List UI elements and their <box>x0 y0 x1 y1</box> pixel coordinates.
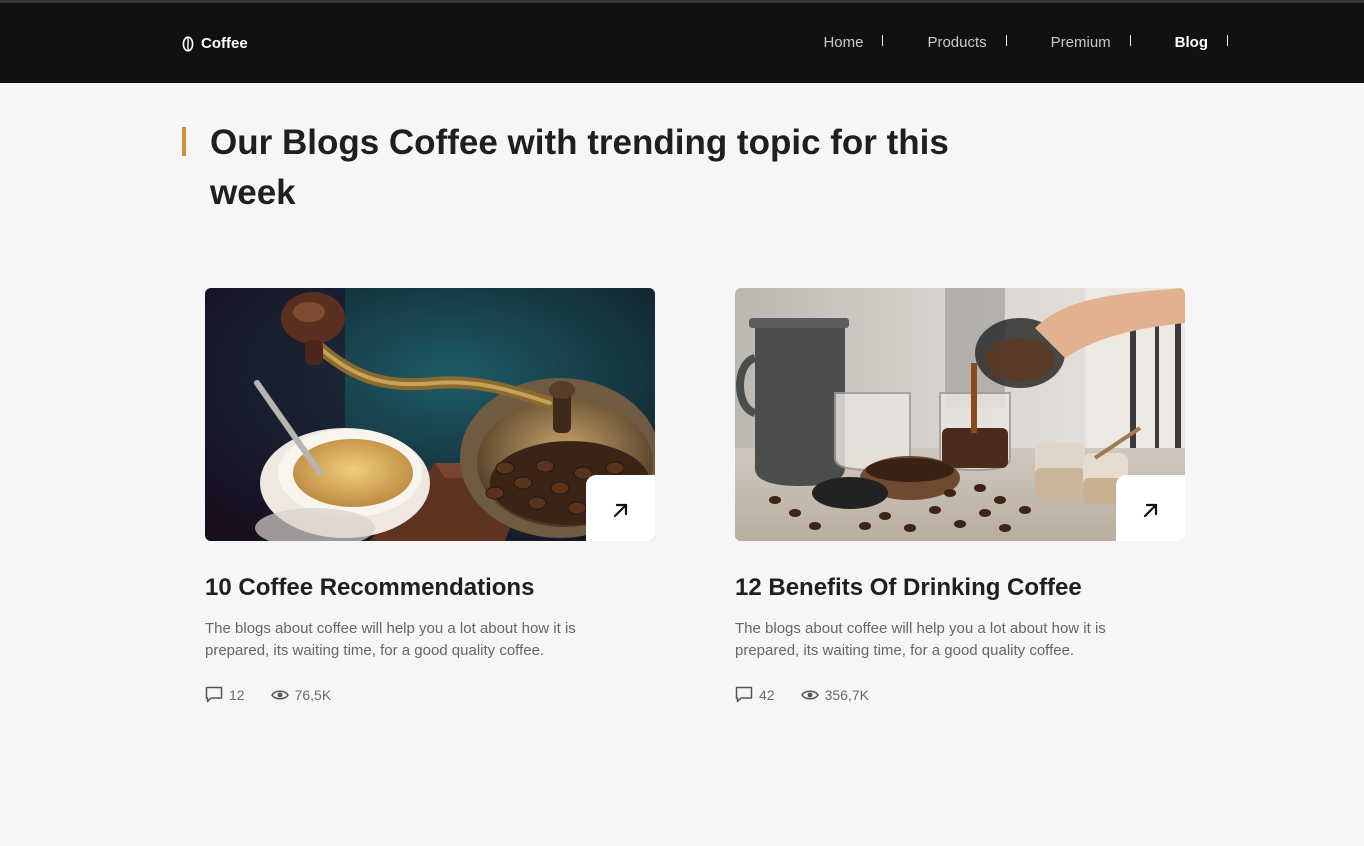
arrow-up-right-icon <box>1141 500 1161 520</box>
view-count-value: 76,5K <box>294 686 332 703</box>
post-title[interactable]: 12 Benefits Of Drinking Coffee <box>735 571 1185 605</box>
heading-accent-bar <box>182 127 186 156</box>
post-stats: 42 356,7K <box>735 686 1185 703</box>
top-navbar: Coffee Home Products Premium Blog <box>0 0 1364 83</box>
view-count: 356,7K <box>800 686 869 703</box>
view-count-value: 356,7K <box>824 686 869 703</box>
brand-logo[interactable]: Coffee <box>182 35 248 52</box>
blog-section-header: Our Blogs Coffee with trending topic for… <box>182 118 982 218</box>
nav-premium[interactable]: Premium <box>1007 32 1131 54</box>
post-description: The blogs about coffee will help you a l… <box>205 620 576 659</box>
coffee-grinder-photo[interactable] <box>205 288 655 541</box>
comment-count: 12 <box>205 686 245 703</box>
comment-icon <box>205 686 223 703</box>
open-post-button[interactable] <box>1116 475 1185 541</box>
nav-home[interactable]: Home <box>779 32 884 54</box>
coffee-bean-icon <box>182 35 194 52</box>
nav-blog[interactable]: Blog <box>1131 32 1229 54</box>
post-stats: 12 76,5K <box>205 686 655 703</box>
arrow-up-right-icon <box>611 500 631 520</box>
coffee-pouring-photo[interactable] <box>735 288 1185 541</box>
blog-card: 12 Benefits Of Drinking Coffee The blogs… <box>735 288 1185 703</box>
blog-card: 10 Coffee Recommendations The blogs abou… <box>205 288 655 703</box>
open-post-button[interactable] <box>586 475 655 541</box>
comment-count-value: 12 <box>229 686 245 703</box>
brand-name: Coffee <box>201 35 248 52</box>
eye-icon <box>800 689 819 701</box>
section-title: Our Blogs Coffee with trending topic for… <box>210 123 949 212</box>
nav-products[interactable]: Products <box>883 32 1007 54</box>
comment-count-value: 42 <box>759 686 775 703</box>
main-nav: Home Products Premium Blog <box>779 32 1229 54</box>
post-title[interactable]: 10 Coffee Recommendations <box>205 571 655 605</box>
eye-icon <box>270 689 289 701</box>
post-description: The blogs about coffee will help you a l… <box>735 620 1106 659</box>
comment-count: 42 <box>735 686 775 703</box>
comment-icon <box>735 686 753 703</box>
view-count: 76,5K <box>270 686 332 703</box>
